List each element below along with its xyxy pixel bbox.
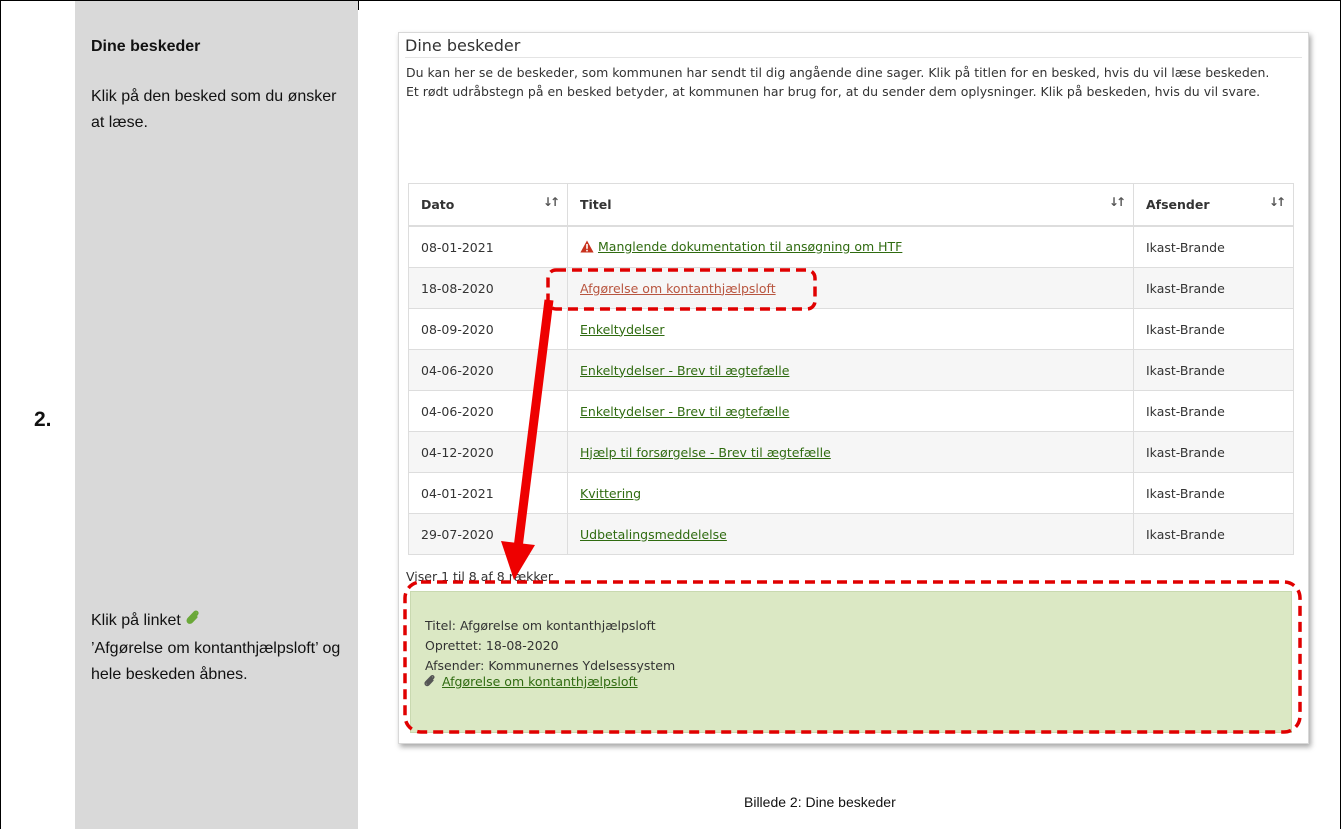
table-row: 04-12-2020 Hjælp til forsørgelse - Brev … — [408, 431, 1294, 473]
row-date: 08-09-2020 — [408, 308, 568, 350]
row-title-cell: Enkeltydelser — [567, 308, 1134, 350]
table-row: 08-01-2021 Manglende dokumentation til a… — [408, 226, 1294, 268]
detail-title: Titel: Afgørelse om kontanthjælpsloft — [425, 618, 656, 633]
pagination-info: Viser 1 til 8 af 8 rækker — [406, 569, 553, 584]
row-sender: Ikast-Brande — [1133, 349, 1294, 391]
row-title-cell: Enkeltydelser - Brev til ægtefælle — [567, 390, 1134, 432]
column-header-date[interactable]: Dato ↓↑ — [408, 183, 568, 227]
detail-created: Oprettet: 18-08-2020 — [425, 638, 559, 653]
column-header-sender[interactable]: Afsender ↓↑ — [1133, 183, 1294, 227]
message-link[interactable]: Kvittering — [580, 486, 641, 501]
instruction-column: Dine beskeder Klik på den besked som du … — [75, 9, 358, 829]
row-date: 08-01-2021 — [408, 226, 568, 268]
attachment-link[interactable]: Afgørelse om kontanthjælpsloft — [442, 674, 638, 689]
message-detail-text: Titel: Afgørelse om kontanthjælpsloft Op… — [425, 616, 675, 676]
row-sender: Ikast-Brande — [1133, 431, 1294, 473]
message-link[interactable]: Enkeltydelser — [580, 322, 665, 337]
row-title-cell: Hjælp til forsørgelse - Brev til ægtefæl… — [567, 431, 1134, 473]
row-title-cell: Enkeltydelser - Brev til ægtefælle — [567, 349, 1134, 391]
instruction-title: Dine beskeder — [91, 38, 201, 55]
row-date: 04-06-2020 — [408, 390, 568, 432]
detail-sender: Afsender: Kommunernes Ydelsessystem — [425, 658, 676, 673]
title-divider — [405, 57, 1302, 58]
row-sender: Ikast-Brande — [1133, 308, 1294, 350]
message-link[interactable]: Hjælp til forsørgelse - Brev til ægtefæl… — [580, 445, 831, 460]
attachment-row: Afgørelse om kontanthjælpsloft — [423, 674, 638, 689]
message-link[interactable]: Enkeltydelser - Brev til ægtefælle — [580, 404, 789, 419]
row-title-cell: Kvittering — [567, 472, 1134, 514]
paperclip-icon — [423, 674, 436, 689]
panel-title: Dine beskeder — [405, 36, 521, 55]
messages-table: Dato ↓↑ Titel ↓↑ Afsender ↓↑ 08-01-2021 Man… — [408, 183, 1294, 555]
sort-arrows-icon[interactable]: ↓↑ — [1269, 195, 1286, 209]
message-link[interactable]: Manglende dokumentation til ansøgning om… — [598, 239, 902, 254]
table-row: 04-06-2020 Enkeltydelser - Brev til ægte… — [408, 390, 1294, 432]
sort-arrows-icon[interactable]: ↓↑ — [543, 195, 560, 209]
warning-triangle-icon — [580, 240, 594, 256]
table-row: 18-08-2020 Afgørelse om kontanthjælpslof… — [408, 267, 1294, 309]
row-title-cell: Manglende dokumentation til ansøgning om… — [567, 226, 1134, 268]
row-date: 04-12-2020 — [408, 431, 568, 473]
row-sender: Ikast-Brande — [1133, 472, 1294, 514]
table-header-row: Dato ↓↑ Titel ↓↑ Afsender ↓↑ — [408, 183, 1294, 227]
screenshot-panel: Dine beskeder Du kan her se de beskeder,… — [398, 32, 1309, 744]
row-date: 04-01-2021 — [408, 472, 568, 514]
instruction-text-attachment: Klik på linket ’Afgørelse om kontanthjæl… — [91, 608, 351, 688]
message-link[interactable]: Afgørelse om kontanthjælpsloft — [580, 281, 776, 296]
message-link[interactable]: Udbetalingsmeddelelse — [580, 527, 727, 542]
instruction-rest: ’Afgørelse om kontanthjælpsloft’ og hele… — [91, 640, 341, 683]
table-row: 29-07-2020 Udbetalingsmeddelelse Ikast-B… — [408, 513, 1294, 555]
column-header-title[interactable]: Titel ↓↑ — [567, 183, 1134, 227]
message-detail-panel: Titel: Afgørelse om kontanthjælpsloft Op… — [410, 591, 1292, 733]
table-row: 04-01-2021 Kvittering Ikast-Brande — [408, 472, 1294, 514]
table-row: 04-06-2020 Enkeltydelser - Brev til ægte… — [408, 349, 1294, 391]
paperclip-icon — [185, 608, 200, 636]
row-title-cell: Afgørelse om kontanthjælpsloft — [567, 267, 1134, 309]
intro-text: Du kan her se de beskeder, som kommunen … — [406, 63, 1301, 101]
intro-paragraph-2: Et rødt udråbstegn på en besked betyder,… — [406, 84, 1261, 99]
intro-paragraph-1: Du kan her se de beskeder, som kommunen … — [406, 65, 1270, 80]
row-date: 18-08-2020 — [408, 267, 568, 309]
row-sender: Ikast-Brande — [1133, 513, 1294, 555]
sender-header-label: Afsender — [1146, 197, 1210, 212]
row-title-cell: Udbetalingsmeddelelse — [567, 513, 1134, 555]
row-sender: Ikast-Brande — [1133, 390, 1294, 432]
instruction-prefix: Klik på linket — [91, 612, 181, 629]
message-link[interactable]: Enkeltydelser - Brev til ægtefælle — [580, 363, 789, 378]
row-date: 29-07-2020 — [408, 513, 568, 555]
table-row: 08-09-2020 Enkeltydelser Ikast-Brande — [408, 308, 1294, 350]
row-date: 04-06-2020 — [408, 349, 568, 391]
row-sender: Ikast-Brande — [1133, 226, 1294, 268]
row-sender: Ikast-Brande — [1133, 267, 1294, 309]
column-separator — [358, 0, 359, 10]
step-number-column: 2. — [1, 1, 75, 829]
figure-caption: Billede 2: Dine beskeder — [744, 794, 896, 810]
date-header-label: Dato — [421, 197, 455, 212]
sort-arrows-icon[interactable]: ↓↑ — [1109, 195, 1126, 209]
title-header-label: Titel — [580, 197, 612, 212]
instruction-text: Klik på den besked som du ønsker at læse… — [91, 88, 337, 131]
step-number: 2. — [34, 408, 52, 431]
instruction-column-top — [75, 1, 358, 9]
